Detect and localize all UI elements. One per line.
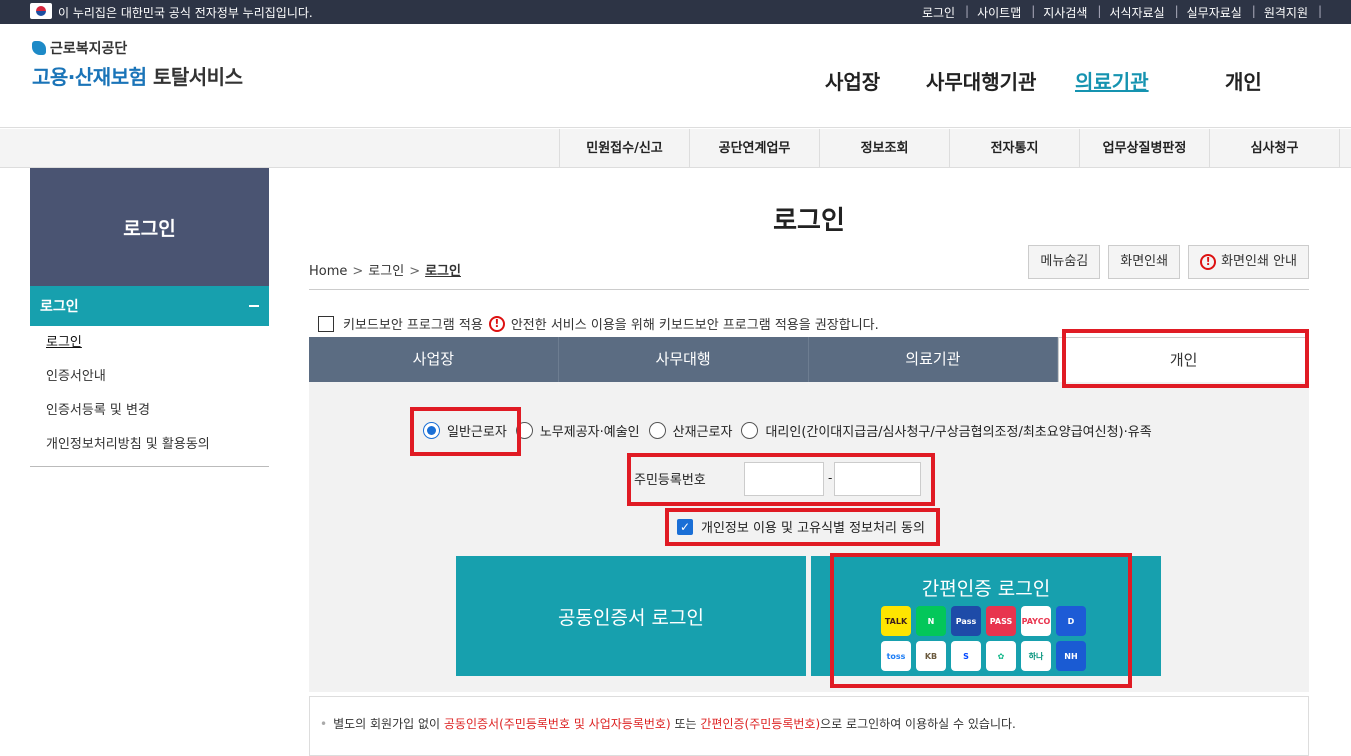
tab-agency[interactable]: 사무대행 bbox=[558, 337, 809, 382]
gnb-workplace[interactable]: 사업장 bbox=[825, 66, 880, 95]
info-red-1: 공동인증서(주민등록번호 및 사업자등록번호) bbox=[443, 717, 671, 731]
keyboard-security-row: 키보드보안 프로그램 적용 ! 안전한 서비스 이용을 위해 키보드보안 프로그… bbox=[318, 314, 879, 333]
info-box: • 별도의 회원가입 없이 공동인증서(주민등록번호 및 사업자등록번호) 또는 … bbox=[309, 696, 1309, 756]
org-label: 근로복지공단 bbox=[50, 41, 128, 57]
print-guide-button[interactable]: ! 화면인쇄 안내 bbox=[1188, 245, 1309, 279]
subnav-review[interactable]: 심사청구 bbox=[1209, 129, 1340, 168]
gnb-medical[interactable]: 의료기관 bbox=[1075, 66, 1149, 95]
radio-icon bbox=[648, 422, 666, 439]
radio-injured-worker[interactable]: 산재근로자 bbox=[648, 421, 733, 440]
highlight-tab-personal bbox=[1062, 329, 1309, 388]
top-link-branch-search[interactable]: 지사검색 bbox=[1032, 4, 1101, 21]
top-link-remote[interactable]: 원격지원 bbox=[1253, 4, 1322, 21]
sub-nav: 민원접수/신고 공단연계업무 정보조회 전자통지 업무상질병판정 심사청구 bbox=[0, 129, 1351, 168]
service-name-b: 토탈서비스 bbox=[152, 65, 243, 89]
radio-label: 산재근로자 bbox=[672, 425, 733, 440]
tab-medical[interactable]: 의료기관 bbox=[808, 337, 1059, 382]
top-utility-bar: 이 누리집은 대한민국 공식 전자정부 누리집입니다. 로그인 사이트맵 지사검… bbox=[0, 0, 1351, 24]
subnav-enotice[interactable]: 전자통지 bbox=[949, 129, 1079, 168]
breadcrumb-sep-icon: > bbox=[352, 264, 364, 279]
radio-icon bbox=[741, 422, 759, 439]
lnb-item-privacy[interactable]: 개인정보처리방침 및 활용동의 bbox=[30, 428, 269, 462]
left-nav: 로그인 로그인 로그인 인증서안내 인증서등록 및 변경 개인정보처리방침 및 … bbox=[30, 168, 269, 467]
lnb-section-login[interactable]: 로그인 bbox=[30, 286, 269, 326]
highlight-simple-login bbox=[830, 553, 1132, 688]
info-text-2: 또는 bbox=[670, 717, 701, 731]
site-logo[interactable]: 근로복지공단 고용·산재보험 토탈서비스 bbox=[32, 38, 243, 90]
lnb-item-login[interactable]: 로그인 bbox=[30, 326, 269, 360]
keyboard-security-label[interactable]: 키보드보안 프로그램 적용 bbox=[343, 314, 483, 333]
warning-icon: ! bbox=[488, 315, 505, 332]
service-name: 고용·산재보험 토탈서비스 bbox=[32, 61, 243, 90]
lnb-item-cert-register[interactable]: 인증서등록 및 변경 bbox=[30, 394, 269, 428]
gnb-agency[interactable]: 사무대행기관 bbox=[926, 66, 1036, 95]
cert-login-button[interactable]: 공동인증서 로그인 bbox=[456, 556, 806, 676]
gov-notice: 이 누리집은 대한민국 공식 전자정부 누리집입니다. bbox=[58, 6, 313, 20]
collapse-icon bbox=[249, 305, 259, 307]
divider bbox=[309, 289, 1309, 290]
breadcrumb-login[interactable]: 로그인 bbox=[368, 264, 404, 279]
radio-label: 대리인(간이대지급금/심사청구/구상금협의조정/최초요양급여신청)·유족 bbox=[765, 425, 1152, 440]
lnb-item-cert-guide[interactable]: 인증서안내 bbox=[30, 360, 269, 394]
lnb-title: 로그인 bbox=[30, 168, 269, 286]
info-red-2: 간편인증(주민등록번호) bbox=[700, 717, 821, 731]
subnav-civil[interactable]: 민원접수/신고 bbox=[559, 129, 689, 168]
keyboard-security-notice: 안전한 서비스 이용을 위해 키보드보안 프로그램 적용을 권장합니다. bbox=[510, 318, 879, 333]
site-header: 근로복지공단 고용·산재보험 토탈서비스 사업장 사무대행기관 의료기관 개인 bbox=[0, 24, 1351, 128]
print-button[interactable]: 화면인쇄 bbox=[1108, 245, 1181, 279]
breadcrumb: Home > 로그인 > 로그인 bbox=[309, 260, 461, 279]
highlight-rrn bbox=[627, 453, 935, 506]
subnav-linked[interactable]: 공단연계업무 bbox=[689, 129, 819, 168]
service-name-a: 고용·산재보험 bbox=[32, 65, 147, 89]
warning-icon: ! bbox=[1200, 254, 1217, 270]
user-type-radios: 일반근로자 노무제공자·예술인 산재근로자 대리인(간이대지급금/심사청구/구상… bbox=[423, 421, 1161, 440]
top-link-login[interactable]: 로그인 bbox=[911, 4, 969, 21]
page-title: 로그인 bbox=[773, 206, 845, 236]
info-text-1: 별도의 회원가입 없이 bbox=[333, 717, 444, 731]
korea-flag-icon bbox=[30, 3, 52, 19]
top-links: 로그인 사이트맵 지사검색 서식자료실 실무자료실 원격지원 bbox=[911, 4, 1322, 21]
radio-label: 노무제공자·예술인 bbox=[539, 425, 640, 440]
logo-icon bbox=[32, 41, 46, 55]
org-name: 근로복지공단 bbox=[32, 38, 242, 58]
info-line: • 별도의 회원가입 없이 공동인증서(주민등록번호 및 사업자등록번호) 또는 … bbox=[320, 715, 1016, 732]
top-link-practice[interactable]: 실무자료실 bbox=[1176, 4, 1256, 21]
subnav-disease[interactable]: 업무상질병판정 bbox=[1079, 129, 1209, 168]
breadcrumb-home[interactable]: Home bbox=[309, 264, 347, 279]
top-link-forms[interactable]: 서식자료실 bbox=[1098, 4, 1178, 21]
gnb-personal[interactable]: 개인 bbox=[1225, 66, 1262, 95]
util-buttons: 메뉴숨김 화면인쇄 ! 화면인쇄 안내 bbox=[1028, 245, 1309, 279]
breadcrumb-sep-icon: > bbox=[409, 264, 421, 279]
subnav-info[interactable]: 정보조회 bbox=[819, 129, 949, 168]
radio-labor-provider[interactable]: 노무제공자·예술인 bbox=[515, 421, 640, 440]
top-link-sitemap[interactable]: 사이트맵 bbox=[966, 4, 1035, 21]
info-text-3: 으로 로그인하여 이용하실 수 있습니다. bbox=[820, 717, 1016, 731]
highlight-general-worker bbox=[410, 407, 521, 456]
highlight-agree bbox=[665, 508, 940, 546]
tab-workplace[interactable]: 사업장 bbox=[309, 337, 559, 382]
bullet-icon: • bbox=[320, 717, 328, 731]
breadcrumb-current[interactable]: 로그인 bbox=[425, 264, 461, 279]
keyboard-security-checkbox[interactable] bbox=[318, 315, 334, 332]
hide-menu-button[interactable]: 메뉴숨김 bbox=[1028, 245, 1101, 279]
lnb-section-label: 로그인 bbox=[40, 299, 79, 315]
print-guide-label: 화면인쇄 안내 bbox=[1221, 254, 1297, 269]
radio-agent[interactable]: 대리인(간이대지급금/심사청구/구상금협의조정/최초요양급여신청)·유족 bbox=[741, 421, 1152, 440]
